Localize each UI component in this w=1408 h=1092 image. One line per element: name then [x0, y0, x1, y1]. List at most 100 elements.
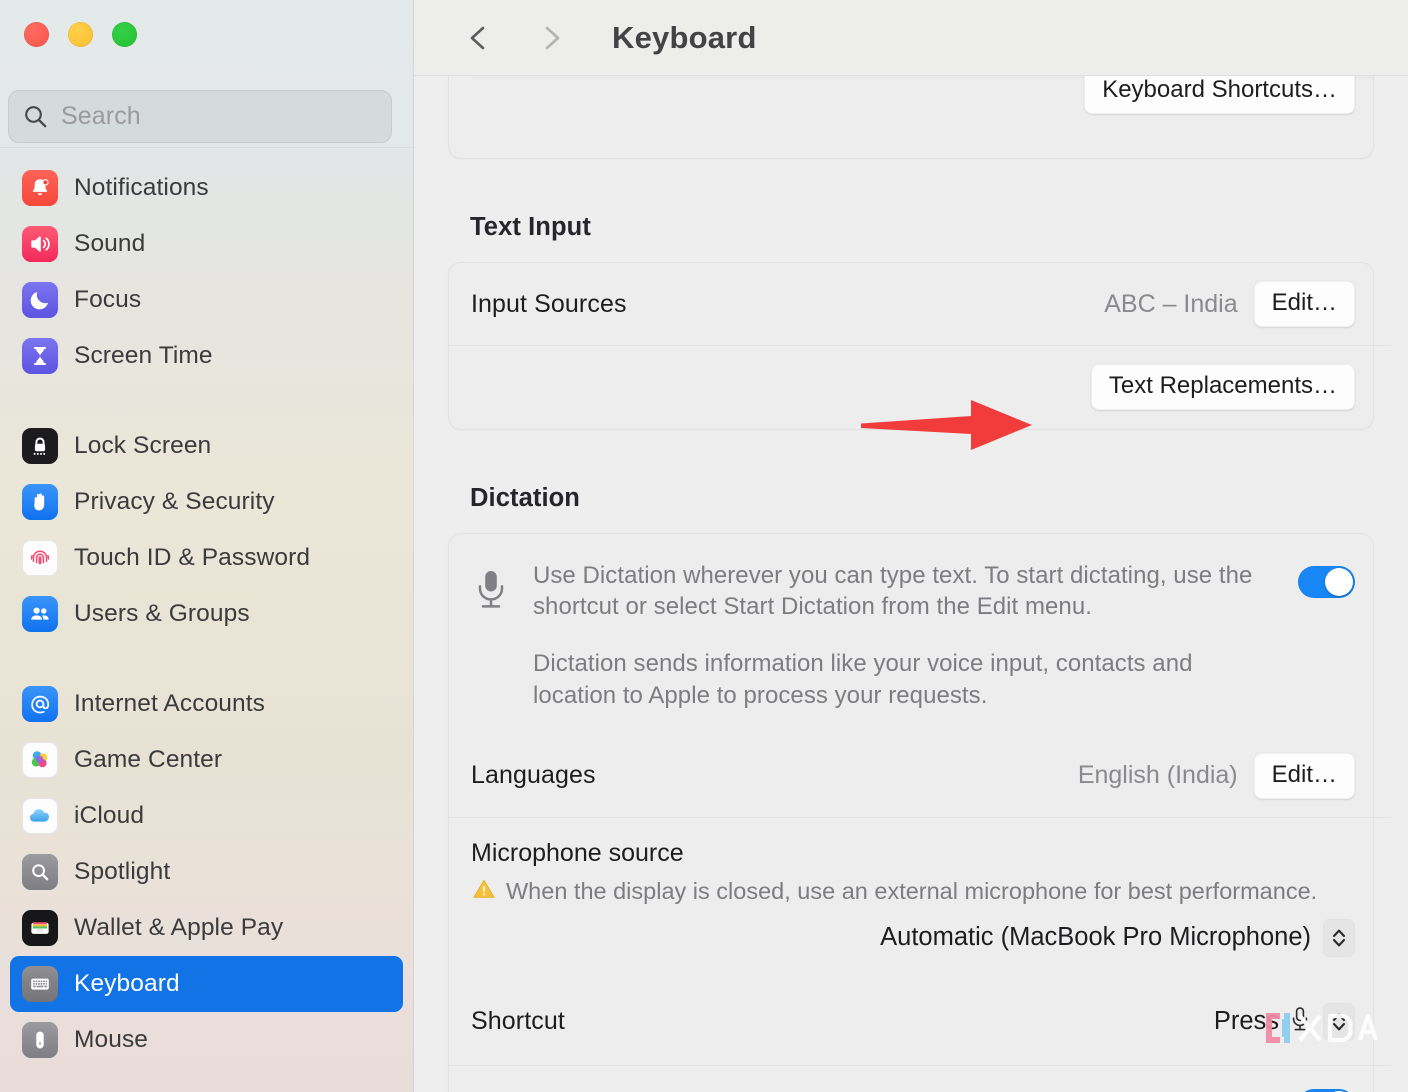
dictation-description-1: Use Dictation wherever you can type text…: [533, 562, 1253, 621]
toolbar: Keyboard: [414, 0, 1408, 76]
back-button[interactable]: [452, 11, 506, 65]
sidebar-item-label: Sound: [74, 230, 146, 257]
dictation-toggle-row: Use Dictation wherever you can type text…: [449, 534, 1373, 735]
toggle-knob: [1325, 568, 1353, 596]
sidebar-divider-1: [0, 384, 413, 418]
sidebar-item-label: Internet Accounts: [74, 690, 266, 717]
sidebar-item-label: Spotlight: [74, 858, 171, 885]
chevron-left-icon: [462, 21, 496, 55]
stepper-chevrons-icon[interactable]: [1323, 918, 1355, 957]
sidebar-item-mouse[interactable]: Mouse: [10, 1012, 403, 1068]
sidebar-group-1: Notifications Sound Focus Screen Time: [0, 160, 413, 384]
sidebar-item-lock-screen[interactable]: Lock Screen: [10, 418, 403, 474]
sidebar-item-label: Focus: [74, 286, 142, 313]
sidebar-item-sound[interactable]: Sound: [10, 216, 403, 272]
sidebar-item-notifications[interactable]: Notifications: [10, 160, 403, 216]
input-sources-row: Input Sources ABC – India Edit…: [449, 263, 1373, 345]
text-replacements-button[interactable]: Text Replacements…: [1090, 363, 1355, 411]
shortcut-value: Press: [1213, 1007, 1279, 1036]
dictation-toggle[interactable]: [1298, 566, 1355, 598]
fingerprint-icon: [22, 540, 58, 576]
sidebar-item-label: Game Center: [74, 746, 223, 773]
sidebar-item-focus[interactable]: Focus: [10, 272, 403, 328]
sidebar-header: Search: [0, 0, 413, 148]
sidebar-item-keyboard[interactable]: Keyboard: [10, 956, 403, 1012]
forward-button[interactable]: [524, 11, 578, 65]
dictation-section-title: Dictation: [470, 484, 580, 512]
content-pane: Keyboard Keyboard Shortcuts… Text Input …: [414, 0, 1408, 1092]
sidebar-item-screen-time[interactable]: Screen Time: [10, 328, 403, 384]
sidebar-item-icloud[interactable]: iCloud: [10, 788, 403, 844]
sidebar-item-label: iCloud: [74, 802, 145, 829]
input-sources-label: Input Sources: [471, 289, 627, 318]
sidebar-item-label: Notifications: [74, 174, 209, 201]
hourglass-icon: [22, 338, 58, 374]
languages-edit-button[interactable]: Edit…: [1253, 752, 1355, 799]
dictation-description: Use Dictation wherever you can type text…: [533, 560, 1276, 711]
languages-value: English (India): [1077, 761, 1238, 790]
lock-icon: [22, 428, 58, 464]
speaker-icon: [22, 226, 58, 262]
warning-triangle-icon: [471, 876, 497, 907]
game-center-icon: [22, 742, 58, 778]
dictation-card: Use Dictation wherever you can type text…: [448, 533, 1391, 1092]
traffic-lights: [24, 22, 137, 47]
sidebar-item-label: Wallet & Apple Pay: [74, 914, 284, 941]
chevron-right-icon: [534, 21, 568, 55]
sidebar-item-label: Users & Groups: [74, 600, 250, 627]
sidebar-item-label: Screen Time: [74, 342, 213, 369]
sidebar-item-label: Lock Screen: [74, 432, 212, 459]
keyboard-icon: [22, 966, 58, 1002]
languages-row: Languages English (India) Edit…: [449, 735, 1373, 817]
sidebar-item-privacy-security[interactable]: Privacy & Security: [10, 474, 403, 530]
sidebar-item-game-center[interactable]: Game Center: [10, 732, 403, 788]
settings-scroll-area[interactable]: Keyboard Shortcuts… Text Input Input Sou…: [414, 42, 1408, 1092]
input-sources-value: ABC – India: [1104, 289, 1238, 318]
close-window-button[interactable]: [24, 22, 49, 47]
moon-icon: [22, 282, 58, 318]
shortcut-stepper-icon[interactable]: [1323, 1002, 1355, 1041]
sidebar-item-label: Touch ID & Password: [74, 544, 311, 571]
search-icon: [23, 104, 48, 129]
system-settings-window: Search Notifications Sound Focus Screen …: [0, 0, 1408, 1092]
minimize-window-button[interactable]: [68, 22, 93, 47]
microphone-source-value: Automatic (MacBook Pro Microphone): [880, 923, 1311, 952]
text-replacements-row: Text Replacements…: [449, 345, 1391, 429]
wallet-icon: [22, 910, 58, 946]
sidebar-item-label: Privacy & Security: [74, 488, 275, 515]
search-field[interactable]: Search: [8, 90, 392, 143]
page-title: Keyboard: [612, 19, 757, 55]
sidebar-item-spotlight[interactable]: Spotlight: [10, 844, 403, 900]
mouse-icon: [22, 1022, 58, 1058]
cloud-icon: [22, 798, 58, 834]
text-input-card: Input Sources ABC – India Edit… Text Rep…: [448, 262, 1391, 430]
microphone-icon: [471, 566, 511, 617]
microphone-small-icon: [1289, 1005, 1311, 1038]
languages-label: Languages: [471, 761, 596, 790]
microphone-source-row: Microphone source When the display is cl…: [449, 816, 1391, 979]
microphone-source-label: Microphone source: [471, 838, 684, 867]
sidebar-group-2: Lock Screen Privacy & Security Touch ID …: [0, 418, 413, 642]
sidebar-group-3: Internet Accounts Game Center iCloud Spo…: [0, 676, 413, 1068]
dictation-shortcut-row: Shortcut Press: [449, 979, 1373, 1065]
magnifier-icon: [22, 854, 58, 890]
sidebar-item-users-groups[interactable]: Users & Groups: [10, 586, 403, 642]
shortcut-label: Shortcut: [471, 1007, 565, 1036]
sidebar-item-label: Keyboard: [74, 970, 180, 997]
search-placeholder: Search: [61, 102, 141, 130]
sidebar-item-label: Mouse: [74, 1026, 149, 1053]
sidebar-item-wallet-apple-pay[interactable]: Wallet & Apple Pay: [10, 900, 403, 956]
sidebar: Search Notifications Sound Focus Screen …: [0, 0, 414, 1092]
zoom-window-button[interactable]: [112, 22, 137, 47]
people-icon: [22, 596, 58, 632]
sidebar-divider-2: [0, 642, 413, 676]
auto-punctuation-row: Auto-punctuation: [449, 1064, 1391, 1092]
microphone-source-dropdown[interactable]: Automatic (MacBook Pro Microphone): [471, 918, 1355, 957]
input-sources-edit-button[interactable]: Edit…: [1253, 280, 1355, 328]
microphone-source-warning-text: When the display is closed, use an exter…: [506, 877, 1318, 904]
sidebar-item-touch-id[interactable]: Touch ID & Password: [10, 530, 403, 586]
sidebar-item-internet-accounts[interactable]: Internet Accounts: [10, 676, 403, 732]
hand-icon: [22, 484, 58, 520]
text-input-section-title: Text Input: [470, 213, 591, 241]
sidebar-list: Notifications Sound Focus Screen Time Lo…: [0, 148, 413, 1068]
